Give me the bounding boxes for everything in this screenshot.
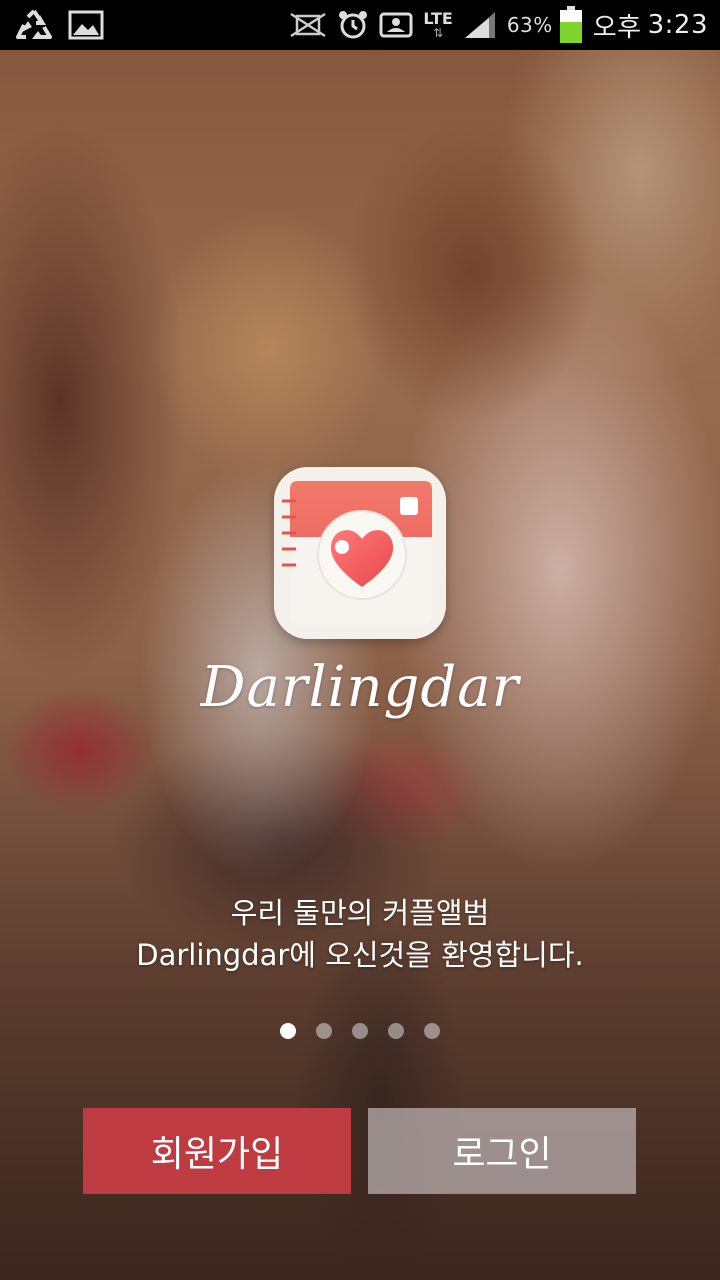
page-dot-5[interactable]	[424, 1023, 440, 1039]
status-bar: LTE ⇅ 63% 오후 3:23	[0, 0, 720, 50]
page-dot-2[interactable]	[316, 1023, 332, 1039]
page-indicator	[0, 1023, 720, 1039]
alarm-icon	[337, 9, 369, 41]
network-type: LTE	[423, 9, 453, 28]
welcome-line-1: 우리 둘만의 커플앨범	[230, 896, 490, 930]
signup-button[interactable]: 회원가입	[83, 1108, 351, 1194]
login-button-label: 로그인	[452, 1134, 552, 1175]
nfc-icon	[289, 10, 327, 40]
lte-signal-icon: LTE ⇅	[423, 9, 453, 40]
page-dot-4[interactable]	[388, 1023, 404, 1039]
page-dot-3[interactable]	[352, 1023, 368, 1039]
login-button[interactable]: 로그인	[368, 1108, 636, 1194]
welcome-message: 우리 둘만의 커플앨범 Darlingdar에 오신것을 환영합니다.	[0, 892, 720, 976]
battery-percent: 63%	[506, 13, 553, 37]
signal-bars-icon	[463, 10, 497, 40]
image-icon	[68, 10, 104, 40]
status-time: 3:23	[647, 10, 708, 40]
time-ampm: 오후	[592, 12, 642, 43]
heart-camera-app-icon	[274, 467, 446, 639]
app-title: Darlingdar	[200, 655, 520, 720]
welcome-screen: LTE ⇅ 63% 오후 3:23 Darlingdar 우리 둘만의 커플앨범…	[0, 0, 720, 1280]
sync-icon	[379, 10, 413, 40]
recycle-icon	[14, 7, 54, 43]
welcome-line-2: Darlingdar에 오신것을 환영합니다.	[136, 938, 584, 972]
page-dot-1[interactable]	[280, 1023, 296, 1039]
battery-icon	[559, 6, 583, 44]
signup-button-label: 회원가입	[150, 1134, 284, 1175]
